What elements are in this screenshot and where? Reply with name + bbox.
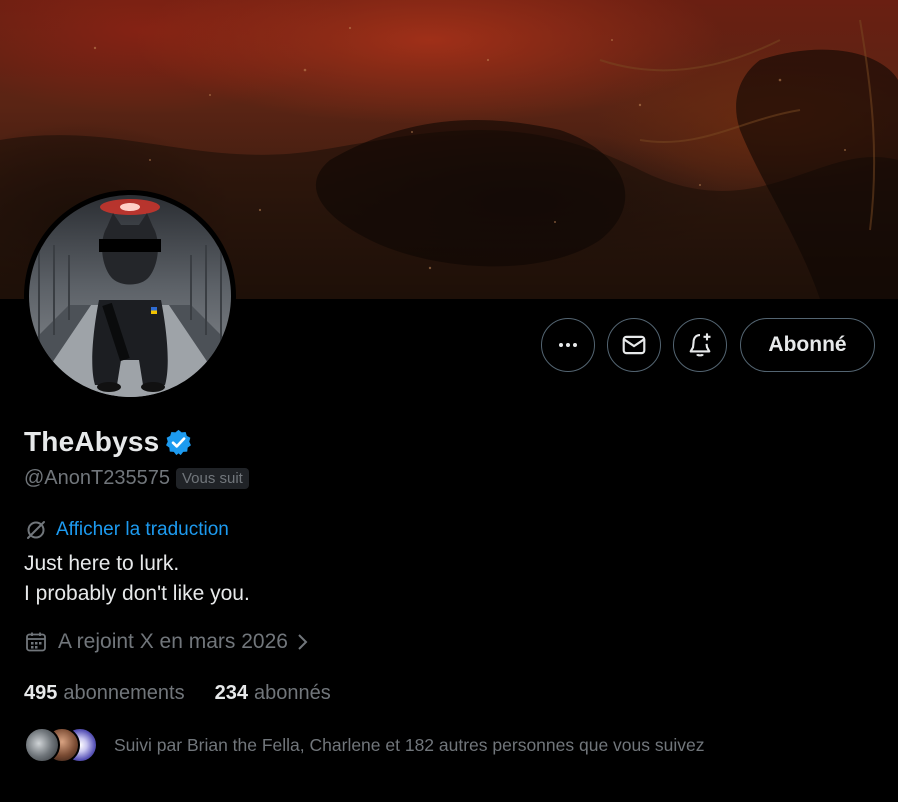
calendar-icon [26, 632, 46, 652]
bio-line: Just here to lurk. [24, 552, 180, 575]
mutual-avatar [24, 727, 60, 763]
followed-by-link[interactable]: Suivi par Brian the Fella, Charlene et 1… [24, 727, 704, 763]
more-options-button[interactable] [541, 318, 595, 372]
mutual-followers-avatars [24, 727, 98, 763]
following-label: abonnements [63, 682, 185, 704]
notifications-button[interactable] [673, 318, 727, 372]
chevron-right-icon [298, 634, 308, 650]
translate-link[interactable]: Afficher la traduction [24, 518, 229, 542]
message-button[interactable] [607, 318, 661, 372]
followers-stat-link[interactable]: 234 abonnés [215, 682, 331, 705]
verified-badge-icon[interactable] [164, 428, 193, 457]
joined-date[interactable]: A rejoint X en mars 2026 [24, 630, 310, 654]
followed-by-text: Suivi par Brian the Fella, Charlene et 1… [114, 734, 705, 755]
avatar-image [29, 195, 231, 397]
follow-stats: 495 abonnements 234 abonnés [24, 682, 331, 705]
profile-page: Abonné TheAbyss @AnonT235575 Vous suit A… [0, 0, 898, 802]
profile-avatar[interactable] [24, 190, 236, 402]
name-row: TheAbyss [24, 426, 193, 458]
translate-icon [27, 521, 45, 539]
user-handle: @AnonT235575 [24, 467, 170, 489]
followers-count: 234 [214, 682, 248, 704]
bell-plus-icon [689, 333, 711, 357]
bio-line: I probably don't like you. [24, 582, 250, 605]
following-button[interactable]: Abonné [740, 318, 875, 372]
followers-label: abonnés [253, 682, 331, 704]
cat-in-corridor-picture [29, 199, 231, 397]
joined-label: A rejoint X en mars 2026 [58, 630, 288, 653]
following-stat-link[interactable]: 495 abonnements [24, 682, 185, 705]
follows-you-badge: Vous suit [175, 468, 249, 489]
translate-label[interactable]: Afficher la traduction [56, 519, 229, 541]
more-horizontal-icon [559, 343, 577, 347]
handle-row: @AnonT235575 Vous suit [24, 467, 249, 490]
profile-bio: Just here to lurk. I probably don't like… [24, 549, 250, 609]
following-count: 495 [24, 682, 58, 704]
display-name: TheAbyss [24, 426, 160, 457]
envelope-icon [622, 335, 646, 355]
